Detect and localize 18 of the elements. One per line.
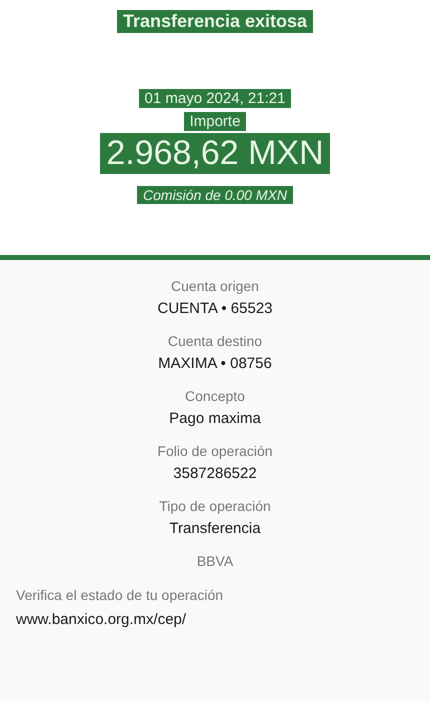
detail-label: Cuenta origen <box>171 278 259 294</box>
detail-value: Pago maxima <box>169 410 261 427</box>
date: 01 mayo 2024, 21:21 <box>138 88 292 108</box>
bank-name: BBVA <box>196 553 234 569</box>
detail-label: Concepto <box>185 388 245 404</box>
amount-label: Importe <box>184 112 246 132</box>
title: Transferencia exitosa <box>116 10 314 33</box>
detail-label: Cuenta destino <box>168 333 262 349</box>
fee: Comisión de 0.00 MXN <box>137 186 293 204</box>
detail-value: CUENTA • 65523 <box>157 300 273 317</box>
amount: 2.968,62 MXN <box>100 133 330 174</box>
detail-label: Folio de operación <box>157 443 273 459</box>
verify-link[interactable]: www.banxico.org.mx/cep/ <box>16 611 414 628</box>
detail-label: Tipo de operación <box>159 498 271 514</box>
detail-value: Transferencia <box>169 520 261 537</box>
verify-text: Verifica el estado de tu operación <box>16 587 224 603</box>
detail-value: MAXIMA • 08756 <box>158 355 272 372</box>
detail-value: 3587286522 <box>173 465 257 482</box>
